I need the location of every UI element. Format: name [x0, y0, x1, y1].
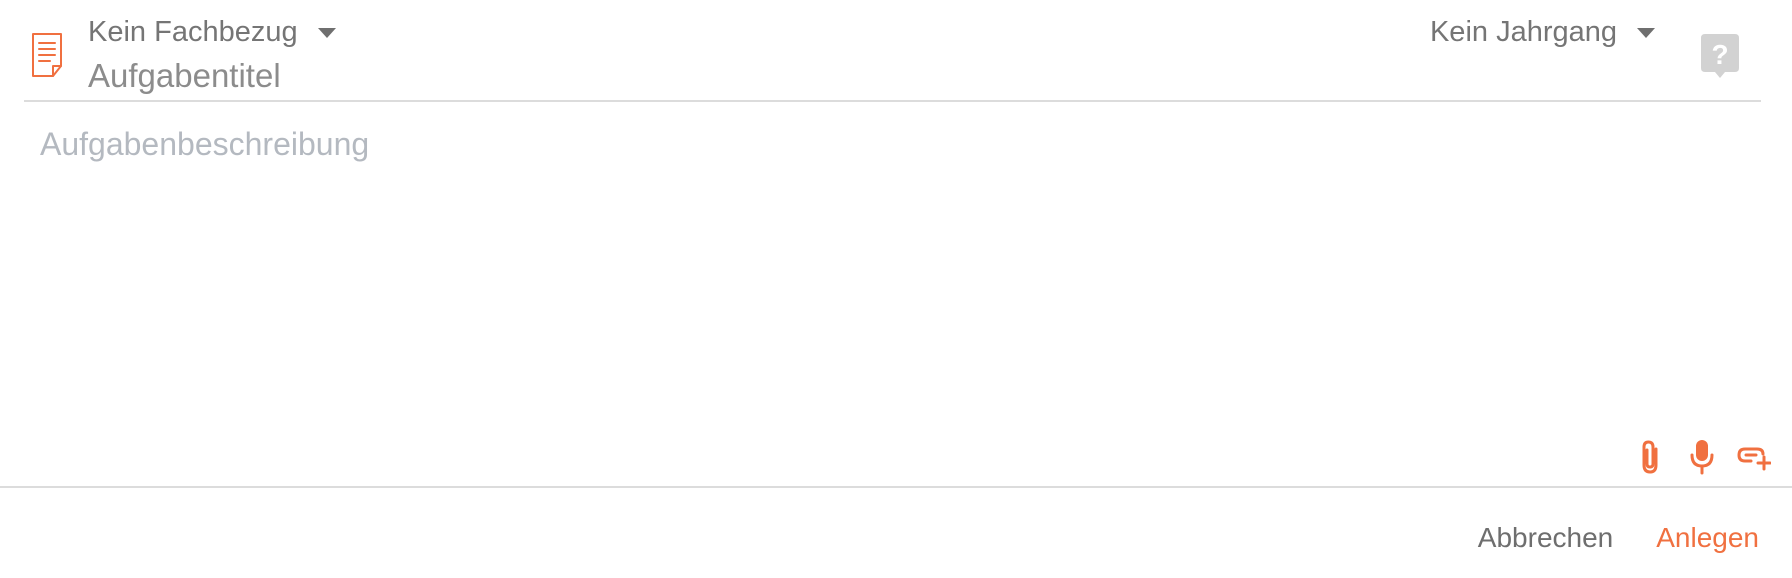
dialog-actions: Abbrechen Anlegen	[1478, 518, 1759, 558]
svg-text:?: ?	[1711, 39, 1728, 70]
add-link-button[interactable]	[1734, 437, 1774, 481]
year-dropdown-label: Kein Jahrgang	[1429, 16, 1617, 48]
footer-divider	[0, 486, 1792, 488]
description-input[interactable]	[40, 118, 1740, 418]
paperclip-icon	[1638, 439, 1662, 480]
microphone-icon	[1689, 439, 1715, 480]
chevron-down-icon	[1637, 28, 1655, 38]
year-dropdown[interactable]: Kein Jahrgang	[1430, 12, 1655, 52]
title-input[interactable]	[88, 54, 1388, 98]
record-audio-button[interactable]	[1682, 437, 1722, 481]
subject-dropdown[interactable]: Kein Fachbezug	[88, 12, 336, 52]
add-link-icon	[1737, 443, 1772, 476]
question-icon[interactable]: ?	[1701, 34, 1739, 78]
attach-file-button[interactable]	[1630, 437, 1670, 481]
attachment-toolbar	[1618, 437, 1774, 481]
create-button[interactable]: Anlegen	[1656, 518, 1759, 558]
document-icon	[30, 32, 66, 78]
chevron-down-icon	[317, 28, 336, 38]
header-divider	[24, 100, 1761, 102]
subject-dropdown-label: Kein Fachbezug	[88, 16, 298, 48]
cancel-button[interactable]: Abbrechen	[1478, 518, 1613, 558]
